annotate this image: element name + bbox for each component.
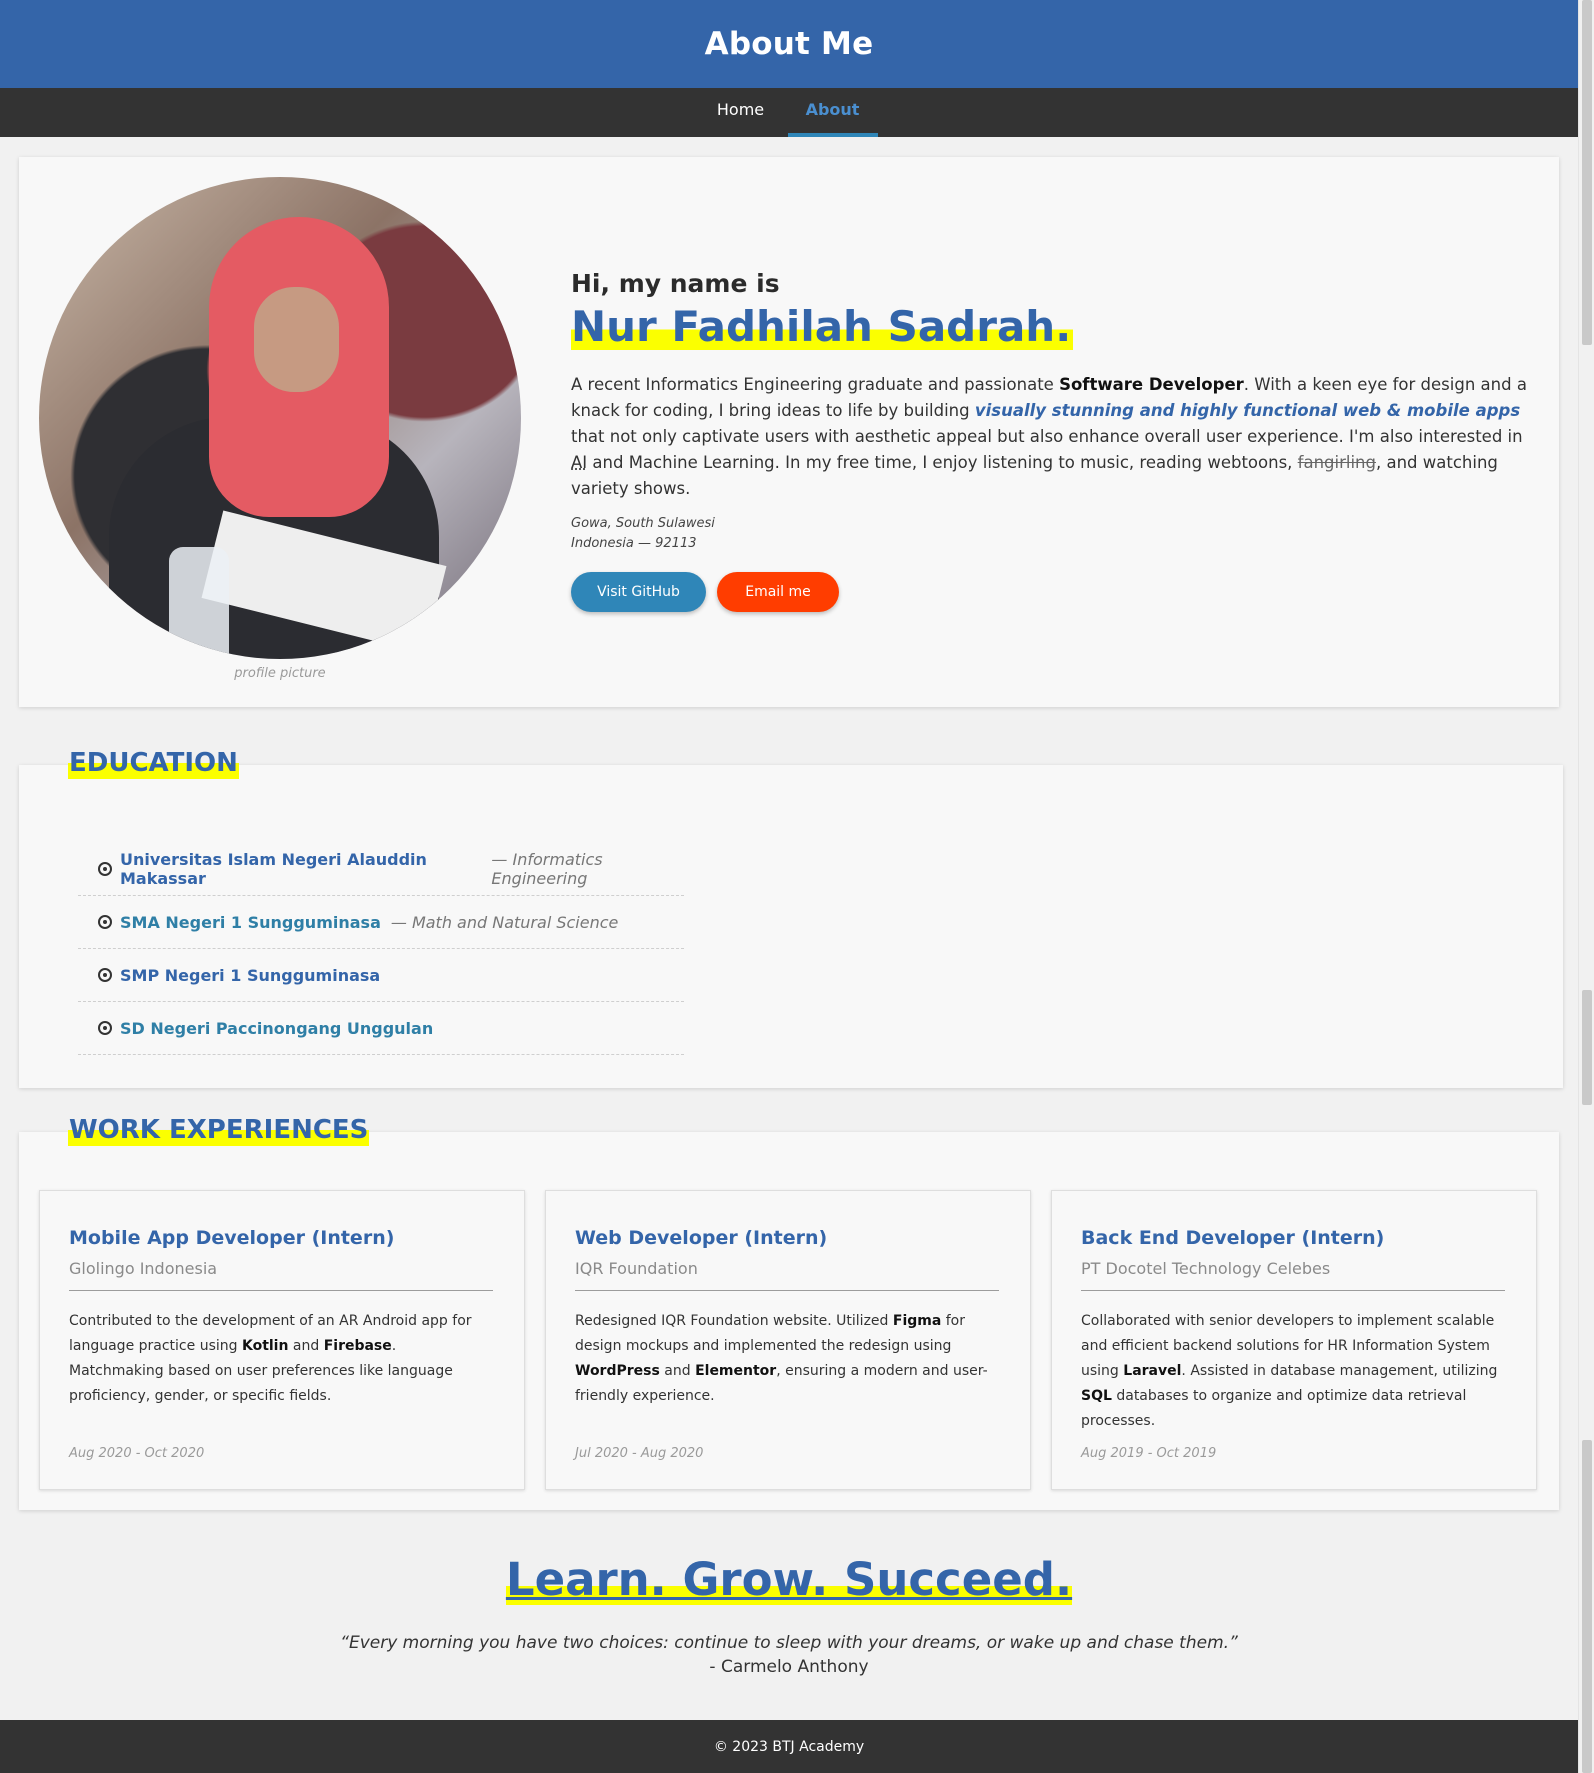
- vertical-scrollbar[interactable]: [1578, 0, 1594, 1773]
- job-description: Collaborated with senior developers to i…: [1081, 1309, 1507, 1434]
- job-text: . Assisted in database management, utili…: [1181, 1363, 1498, 1379]
- motto-title: Learn. Grow. Succeed.: [505, 1553, 1073, 1606]
- job-description: Contributed to the development of an AR …: [69, 1309, 495, 1409]
- photo-bottle: [169, 547, 229, 659]
- bio-text: that not only captivate users with aesth…: [571, 427, 1523, 446]
- bio-strikethrough: fangirling: [1297, 453, 1376, 472]
- education-school: Universitas Islam Negeri Alauddin Makass…: [120, 850, 427, 888]
- address-line-1: Gowa, South Sulawesi: [571, 516, 715, 531]
- education-list: Universitas Islam Negeri Alauddin Makass…: [78, 843, 684, 1055]
- scrollbar-thumb[interactable]: [1582, 0, 1592, 345]
- job-divider: [69, 1290, 493, 1291]
- education-school: SD Negeri Paccinongang Unggulan: [120, 1018, 434, 1038]
- job-divider: [575, 1290, 999, 1291]
- address: Gowa, South Sulawesi Indonesia — 92113: [571, 514, 1533, 554]
- education-item: SMP Negeri 1 Sungguminasa: [78, 949, 684, 1002]
- job-text: and: [288, 1338, 324, 1354]
- job-skill: Firebase: [323, 1338, 392, 1354]
- site-header: About Me: [0, 0, 1578, 88]
- job-divider: [1081, 1290, 1505, 1291]
- circle-bullet-icon: [98, 915, 112, 929]
- job-text: and: [659, 1363, 696, 1379]
- job-title: Back End Developer (Intern): [1081, 1227, 1385, 1249]
- navbar: Home About: [0, 88, 1578, 137]
- bio-text: A recent Informatics Engineering graduat…: [571, 375, 1060, 394]
- profile-name: Nur Fadhilah Sadrah.: [571, 302, 1074, 351]
- job-skill: SQL: [1081, 1388, 1112, 1404]
- job-company: Glolingo Indonesia: [69, 1259, 218, 1278]
- job-skill: Kotlin: [241, 1338, 289, 1354]
- bio-text: and Machine Learning. In my free time, I…: [587, 453, 1298, 472]
- job-date: Aug 2019 - Oct 2019: [1081, 1446, 1217, 1461]
- job-company: PT Docotel Technology Celebes: [1081, 1259, 1331, 1278]
- job-company: IQR Foundation: [575, 1259, 698, 1278]
- profile-picture: [39, 177, 521, 659]
- job-card: Web Developer (Intern) IQR Foundation Re…: [545, 1190, 1031, 1490]
- bio-ai-abbr: AI: [571, 453, 588, 472]
- education-item: SD Negeri Paccinongang Unggulan: [78, 1002, 684, 1055]
- education-heading: EDUCATION: [68, 747, 239, 779]
- job-card: Back End Developer (Intern) PT Docotel T…: [1051, 1190, 1537, 1490]
- job-date: Jul 2020 - Aug 2020: [575, 1446, 704, 1461]
- scrollbar-thumb[interactable]: [1582, 990, 1592, 1105]
- education-school: SMP Negeri 1 Sungguminasa: [120, 965, 381, 985]
- circle-bullet-icon: [98, 968, 112, 982]
- education-major: — Math and Natural Science: [390, 912, 619, 932]
- page-title: About Me: [704, 26, 874, 62]
- circle-bullet-icon: [98, 862, 112, 876]
- scrollbar-thumb[interactable]: [1582, 1440, 1592, 1773]
- work-experiences-heading: WORK EXPERIENCES: [68, 1114, 370, 1146]
- job-description: Redesigned IQR Foundation website. Utili…: [575, 1309, 1001, 1409]
- job-skill: WordPress: [575, 1363, 660, 1379]
- bio: A recent Informatics Engineering graduat…: [571, 372, 1533, 502]
- visit-github-button[interactable]: Visit GitHub: [571, 572, 706, 612]
- email-me-button[interactable]: Email me: [717, 572, 839, 612]
- job-skill: Figma: [892, 1313, 942, 1329]
- quote-author: - Carmelo Anthony: [709, 1657, 869, 1677]
- quote: “Every morning you have two choices: con…: [340, 1633, 1238, 1653]
- job-skill: Elementor: [695, 1363, 777, 1379]
- education-school: SMA Negeri 1 Sungguminasa: [120, 912, 381, 932]
- job-skill: Laravel: [1123, 1363, 1182, 1379]
- profile-card: profile picture Hi, my name is Nur Fadhi…: [19, 157, 1559, 707]
- action-buttons: Visit GitHub Email me: [571, 572, 1533, 612]
- footer: © 2023 BTJ Academy: [0, 1720, 1578, 1773]
- education-card: Universitas Islam Negeri Alauddin Makass…: [19, 765, 1563, 1088]
- nav-home-link[interactable]: Home: [701, 88, 781, 137]
- job-title: Mobile App Developer (Intern): [69, 1227, 395, 1249]
- footer-copyright: © 2023 BTJ Academy: [713, 1738, 865, 1755]
- job-text: Redesigned IQR Foundation website. Utili…: [575, 1313, 893, 1329]
- page: About Me Home About profile picture Hi, …: [0, 0, 1578, 1773]
- education-item: Universitas Islam Negeri Alauddin Makass…: [78, 843, 684, 896]
- work-experiences-card: Mobile App Developer (Intern) Glolingo I…: [19, 1132, 1559, 1510]
- job-card: Mobile App Developer (Intern) Glolingo I…: [39, 1190, 525, 1490]
- circle-bullet-icon: [98, 1021, 112, 1035]
- education-major: — Informatics Engineering: [491, 850, 603, 888]
- profile-picture-caption: profile picture: [234, 666, 326, 681]
- photo-face: [254, 287, 339, 392]
- greeting: Hi, my name is: [571, 269, 780, 298]
- bio-role: Software Developer: [1059, 375, 1244, 394]
- nav-about-link[interactable]: About: [787, 88, 878, 137]
- bio-highlight: visually stunning and highly functional …: [974, 401, 1521, 420]
- intro: Hi, my name is Nur Fadhilah Sadrah. A re…: [571, 269, 1533, 612]
- education-item: SMA Negeri 1 Sungguminasa — Math and Nat…: [78, 896, 684, 949]
- job-title: Web Developer (Intern): [575, 1227, 828, 1249]
- job-text: databases to organize and optimize data …: [1081, 1388, 1467, 1429]
- address-line-2: Indonesia — 92113: [571, 536, 697, 551]
- motto-section: Learn. Grow. Succeed. “Every morning you…: [0, 1553, 1578, 1678]
- job-date: Aug 2020 - Oct 2020: [69, 1446, 205, 1461]
